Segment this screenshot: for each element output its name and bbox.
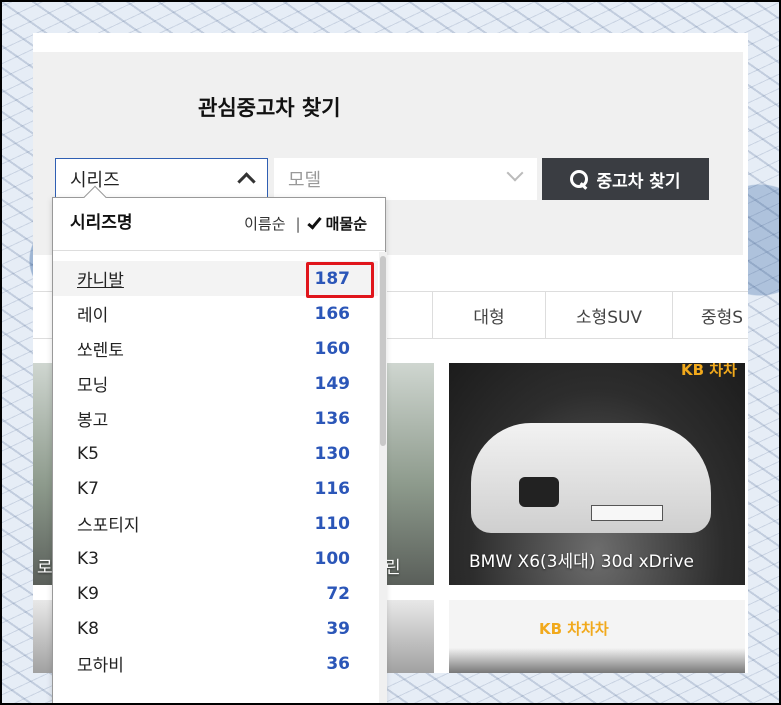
series-count: 110 bbox=[314, 513, 351, 534]
series-name: 카니발 bbox=[77, 271, 124, 291]
tab-large[interactable]: 대형 bbox=[433, 292, 546, 338]
model-select[interactable]: 모델 bbox=[274, 158, 537, 200]
series-name: 스포티지 bbox=[77, 516, 140, 536]
sort-by-stock[interactable]: 매물순 bbox=[326, 213, 367, 234]
series-name: K9 bbox=[77, 583, 99, 604]
series-item[interactable]: 모닝 149 bbox=[53, 366, 378, 401]
sort-by-name[interactable]: 이름순 bbox=[244, 213, 285, 234]
series-name: K7 bbox=[77, 478, 99, 499]
series-name: 모닝 bbox=[77, 376, 109, 396]
series-item[interactable]: K7 116 bbox=[53, 471, 378, 506]
tab-small-suv[interactable]: 소형SUV bbox=[546, 292, 673, 338]
dropdown-scrollbar[interactable] bbox=[379, 252, 387, 704]
dropdown-title: 시리즈명 bbox=[70, 213, 133, 233]
sort-options: 이름순 | 매물순 bbox=[244, 213, 367, 234]
series-count: 116 bbox=[314, 478, 351, 499]
car-caption: 린 bbox=[385, 558, 401, 578]
series-name: K8 bbox=[77, 618, 99, 639]
series-count: 39 bbox=[326, 618, 350, 639]
series-list: 카니발 187 레이 166 쏘렌토 160 모닝 149 봉고 136 K5 … bbox=[53, 261, 378, 681]
series-name: K3 bbox=[77, 548, 99, 569]
series-item[interactable]: 레이 166 bbox=[53, 296, 378, 331]
series-name: 봉고 bbox=[77, 411, 109, 431]
series-item[interactable]: K9 72 bbox=[53, 576, 378, 611]
series-item[interactable]: K3 100 bbox=[53, 541, 378, 576]
kb-chachacha-logo: KB 차차 bbox=[681, 363, 737, 379]
tab-mid-suv[interactable]: 중형S bbox=[673, 292, 748, 338]
check-icon bbox=[306, 213, 322, 230]
scrollbar-thumb[interactable] bbox=[380, 256, 386, 446]
tab-label: 중형S bbox=[701, 307, 744, 328]
car-photo bbox=[471, 423, 711, 533]
series-name: K5 bbox=[77, 443, 99, 464]
car-caption: BMW X6(3세대) 30d xDrive bbox=[469, 552, 694, 572]
chevron-down-icon bbox=[506, 164, 524, 182]
series-item[interactable]: 스포티지 110 bbox=[53, 506, 378, 541]
find-used-car-button[interactable]: 중고차 찾기 bbox=[542, 158, 709, 200]
sort-separator: | bbox=[295, 214, 301, 233]
kb-chachacha-logo: KB 차차차 bbox=[539, 620, 609, 638]
series-item[interactable]: K5 130 bbox=[53, 436, 378, 471]
series-item[interactable]: K8 39 bbox=[53, 611, 378, 646]
series-name: 레이 bbox=[77, 306, 109, 326]
series-item[interactable]: 봉고 136 bbox=[53, 401, 378, 436]
series-count: 130 bbox=[314, 443, 351, 464]
series-count: 72 bbox=[326, 583, 350, 604]
series-count: 160 bbox=[314, 338, 351, 359]
series-dropdown: 시리즈명 이름순 | 매물순 카니발 187 레이 166 쏘렌토 160 모닝… bbox=[52, 185, 387, 705]
car-card[interactable]: KB 차차차 bbox=[449, 600, 745, 673]
search-icon bbox=[570, 170, 589, 188]
find-used-car-label: 중고차 찾기 bbox=[596, 171, 681, 192]
tab-label: 소형SUV bbox=[575, 307, 643, 328]
series-count: 136 bbox=[314, 408, 351, 429]
series-count: 149 bbox=[314, 373, 351, 394]
series-name: 쏘렌토 bbox=[77, 341, 124, 361]
page-title: 관심중고차 찾기 bbox=[198, 96, 341, 120]
tab-label: 대형 bbox=[473, 307, 505, 328]
car-card[interactable]: KB 차차 BMW X6(3세대) 30d xDrive bbox=[449, 363, 745, 585]
model-select-placeholder: 모델 bbox=[288, 170, 322, 191]
series-count: 100 bbox=[314, 548, 351, 569]
highlight-annotation bbox=[306, 262, 374, 298]
series-name: 모하비 bbox=[77, 656, 124, 676]
car-caption: 로 bbox=[37, 558, 53, 578]
series-count: 36 bbox=[326, 653, 350, 674]
series-item[interactable]: 모하비 36 bbox=[53, 646, 378, 681]
series-item[interactable]: 쏘렌토 160 bbox=[53, 331, 378, 366]
dropdown-header: 시리즈명 이름순 | 매물순 bbox=[53, 198, 385, 251]
series-count: 166 bbox=[314, 303, 351, 324]
chevron-up-icon bbox=[237, 172, 256, 191]
